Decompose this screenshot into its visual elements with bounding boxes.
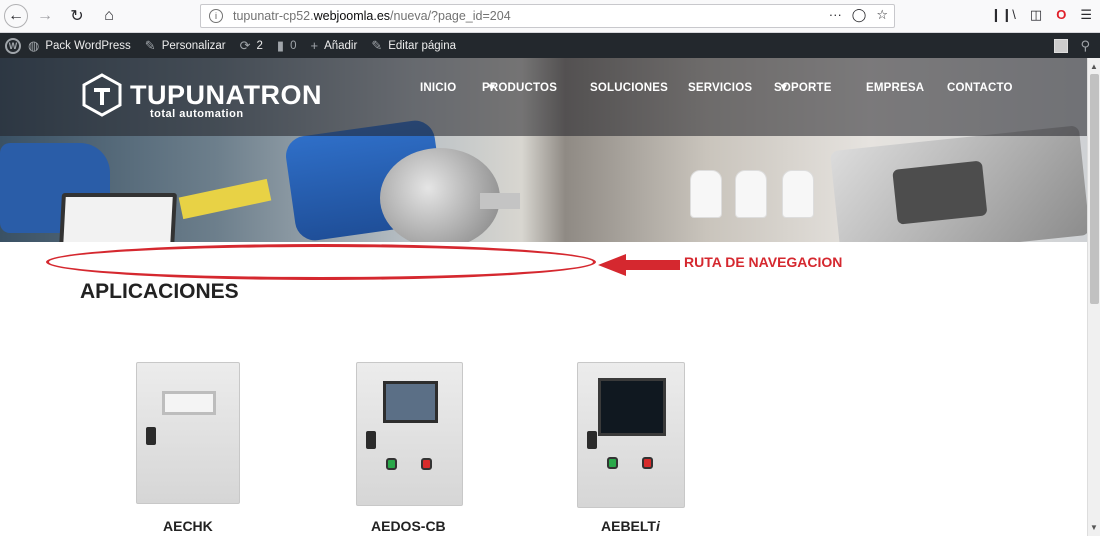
- product-name[interactable]: AECHK: [163, 518, 213, 534]
- sidebar-icon[interactable]: ◫: [1030, 7, 1042, 23]
- machine-part-image: [178, 178, 272, 220]
- search-icon[interactable]: ⚲: [1080, 38, 1090, 54]
- url-host: webjoomla.es: [313, 9, 391, 23]
- product-image[interactable]: [577, 362, 685, 508]
- scroll-up-icon[interactable]: ▲: [1090, 62, 1098, 71]
- pencil-icon: ✎: [371, 37, 383, 53]
- plus-icon: +: [310, 38, 319, 53]
- wordpress-logo-icon[interactable]: W: [5, 37, 21, 54]
- page-title: APLICACIONES: [80, 280, 239, 303]
- wp-site-name-label: Pack WordPress: [45, 39, 131, 52]
- address-bar[interactable]: i tupunatr-cp52. webjoomla.es/nueva/?page…: [200, 4, 895, 28]
- browser-toolbar: ← → ↻ ⌂ i tupunatr-cp52. webjoomla.es/nue…: [0, 0, 1100, 33]
- chevron-down-icon: ▼: [778, 82, 790, 94]
- url-path: /nueva/?page_id=204: [390, 9, 511, 23]
- pocket-icon[interactable]: ◯: [852, 7, 867, 23]
- nav-item-label: EMPRESA: [866, 82, 925, 94]
- nav-item-label: CONTACTO: [947, 82, 1013, 94]
- wp-updates-count: 2: [256, 39, 263, 52]
- breadcrumb-highlight-ellipse: [46, 244, 596, 280]
- wp-add-new[interactable]: + Añadir: [303, 33, 364, 58]
- nav-item-label: SOLUCIONES: [590, 82, 669, 94]
- comment-icon: ▮: [276, 37, 285, 53]
- wp-admin-bar: W ◍ Pack WordPress ✎ Personalizar ⟳ 2 ▮ …: [0, 33, 1100, 58]
- annotation-arrow-icon: [598, 254, 680, 276]
- product-name-suffix: i: [655, 518, 660, 534]
- annotation-label: RUTA DE NAVEGACION: [684, 254, 843, 270]
- scroll-thumb[interactable]: [1090, 74, 1099, 304]
- product-name-text: AEBELT: [601, 518, 656, 534]
- product-name[interactable]: AEDOS-CB: [371, 518, 446, 534]
- chevron-down-icon: ▼: [486, 82, 498, 94]
- wp-edit-page[interactable]: ✎ Editar página: [364, 33, 463, 58]
- wp-edit-page-label: Editar página: [388, 39, 457, 52]
- bottles-image: [690, 168, 820, 218]
- product-image[interactable]: [356, 362, 463, 506]
- wp-add-new-label: Añadir: [324, 39, 358, 52]
- wp-comments-count: 0: [290, 39, 297, 52]
- nav-item-label: SERVICIOS: [688, 82, 753, 94]
- home-button[interactable]: ⌂: [96, 3, 122, 29]
- brush-icon: ✎: [144, 37, 156, 53]
- wp-customize[interactable]: ✎ Personalizar: [138, 33, 233, 58]
- reload-button[interactable]: ↻: [64, 3, 90, 29]
- wp-site-name[interactable]: ◍ Pack WordPress: [21, 33, 138, 58]
- library-icon[interactable]: ❙❙\: [991, 7, 1016, 23]
- wp-comments[interactable]: ▮ 0: [270, 33, 304, 58]
- page-scrollbar[interactable]: ▲ ▼: [1087, 58, 1100, 536]
- main-navigation: INICIO PRODUCTOS ▼ SOLUCIONES SERVICIOS S…: [0, 82, 1087, 98]
- product-name[interactable]: AEBELTi: [601, 518, 660, 534]
- back-button[interactable]: ←: [4, 4, 28, 28]
- scroll-down-icon[interactable]: ▼: [1090, 523, 1098, 532]
- site-info-icon[interactable]: i: [209, 9, 223, 23]
- url-prefix: tupunatr-cp52.: [233, 9, 314, 23]
- page-actions-icon[interactable]: ···: [829, 7, 842, 23]
- updates-icon: ⟳: [239, 37, 251, 53]
- nav-item-label: INICIO: [420, 82, 457, 94]
- user-avatar[interactable]: [1054, 39, 1069, 53]
- sensor-shaft-image: [480, 193, 520, 209]
- hero-header: TUPUNATRON total automation INICIO PRODU…: [0, 58, 1087, 242]
- wp-updates[interactable]: ⟳ 2: [233, 33, 270, 58]
- bookmark-star-icon[interactable]: ☆: [876, 7, 888, 23]
- forward-button[interactable]: →: [32, 3, 58, 29]
- wp-customize-label: Personalizar: [161, 39, 226, 52]
- load-cell-image: [829, 125, 1087, 242]
- dashboard-icon: ◍: [28, 37, 40, 53]
- opera-icon[interactable]: O: [1056, 7, 1066, 23]
- logo-tagline: total automation: [150, 108, 244, 120]
- menu-icon[interactable]: ☰: [1080, 7, 1092, 23]
- product-image[interactable]: [136, 362, 240, 504]
- laptop-image: [58, 193, 177, 242]
